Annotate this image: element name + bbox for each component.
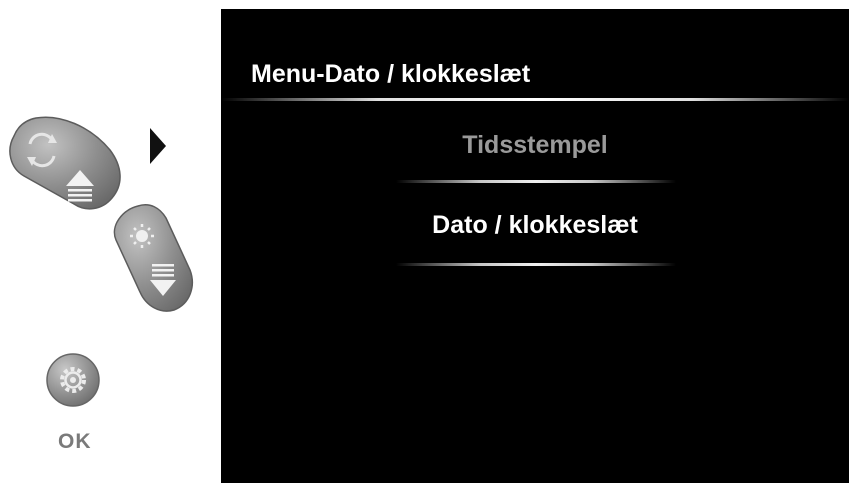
device-screen: Menu-Dato / klokkeslæt Tidsstempel Dato … <box>221 9 849 483</box>
menu-divider <box>396 180 676 183</box>
menu-item-timestamp[interactable]: Tidsstempel <box>221 131 849 160</box>
down-brightness-button[interactable] <box>108 200 196 316</box>
device-controls: OK <box>0 0 220 487</box>
menu-title: Menu-Dato / klokkeslæt <box>251 60 531 88</box>
triangle-right-icon <box>150 128 166 164</box>
title-divider <box>221 98 849 101</box>
menu-item-date-time[interactable]: Dato / klokkeslæt <box>221 211 849 240</box>
menu-divider <box>396 263 676 266</box>
ok-label: OK <box>58 430 92 453</box>
ok-button[interactable] <box>45 352 101 408</box>
